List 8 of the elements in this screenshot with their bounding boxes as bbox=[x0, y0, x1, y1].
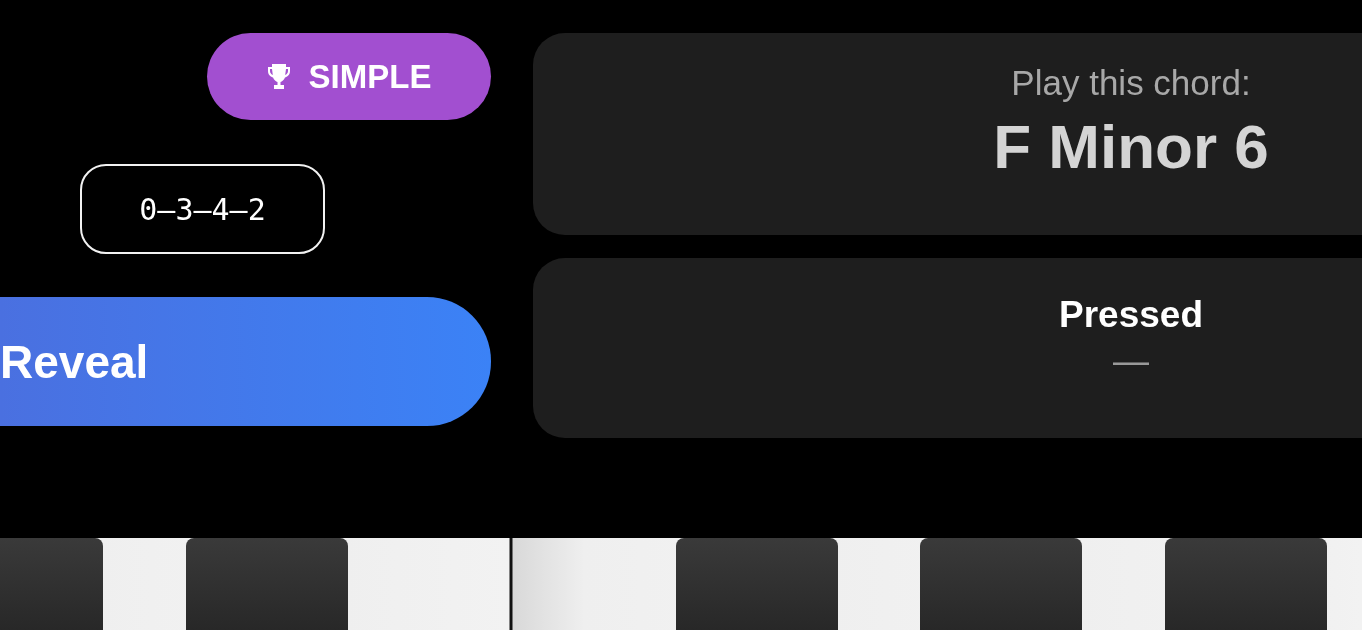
level-badge: SIMPLE bbox=[207, 33, 491, 120]
pressed-label: Pressed bbox=[1059, 294, 1203, 336]
prompt-label: Play this chord: bbox=[1011, 63, 1251, 103]
pressed-value: — bbox=[1113, 340, 1149, 382]
trophy-icon bbox=[266, 62, 291, 91]
fingering-code: 0—3—4—2 bbox=[80, 164, 325, 254]
chord-name: F Minor 6 bbox=[993, 111, 1269, 182]
reveal-button[interactable]: Reveal bbox=[0, 297, 491, 426]
